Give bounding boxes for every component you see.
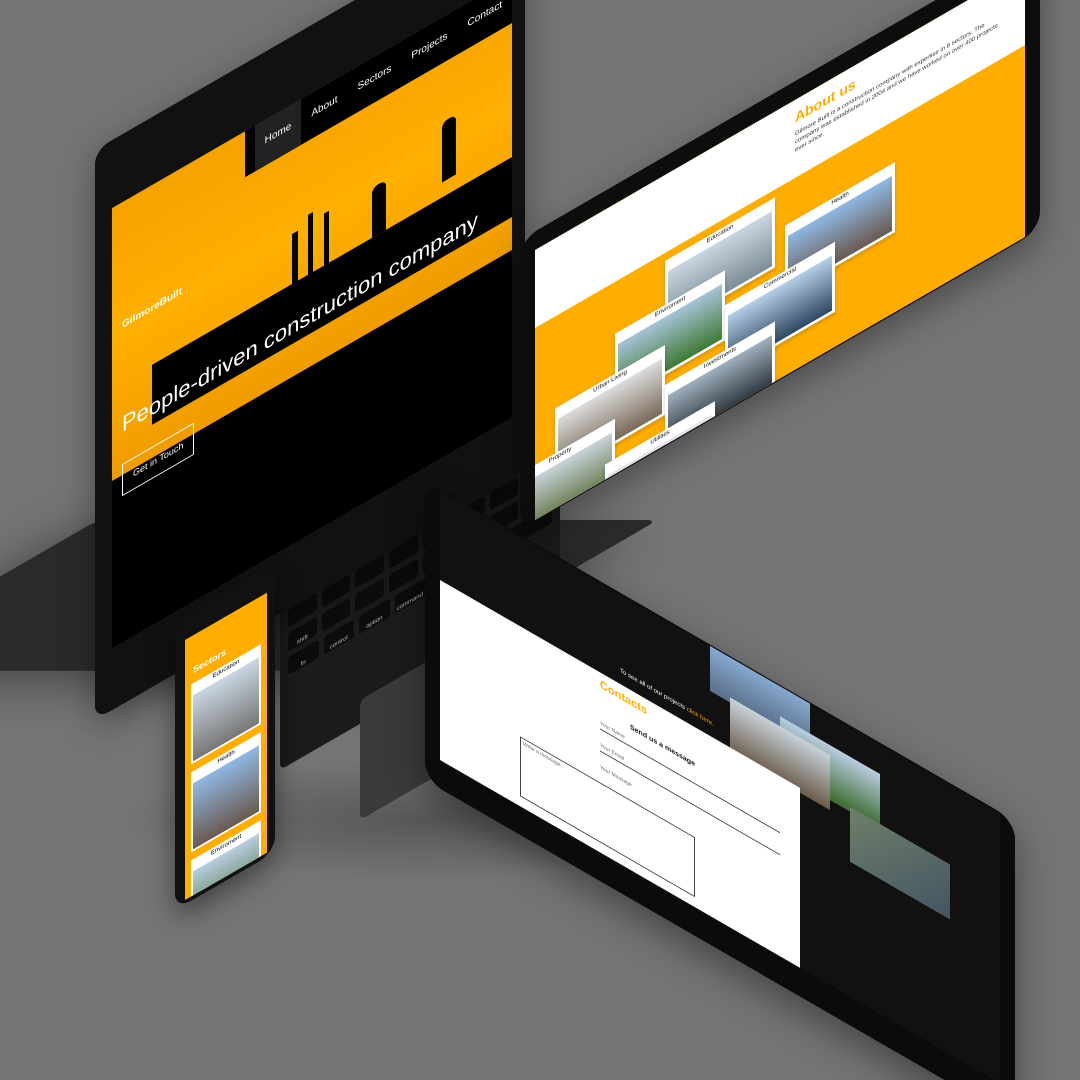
project-image[interactable] [850, 806, 950, 920]
worker-silhouette [442, 114, 456, 183]
contacts-section: Contacts Send us a message Your Name You… [440, 580, 800, 978]
tablet-sectors-screen: About us Gilmore Built is a construction… [535, 0, 1025, 520]
mockup-scene: delete shift fncontroloptioncommand Home… [0, 0, 1080, 1080]
rebar-silhouette [308, 211, 313, 305]
rebar-silhouette [324, 210, 329, 296]
tablet-projects-screen: Projects To see all of our projects clic… [440, 490, 1000, 1080]
phone-screen: Sectors Education Health Enviroment [185, 592, 267, 900]
rebar-silhouette [292, 230, 298, 315]
worker-silhouette [372, 179, 386, 238]
